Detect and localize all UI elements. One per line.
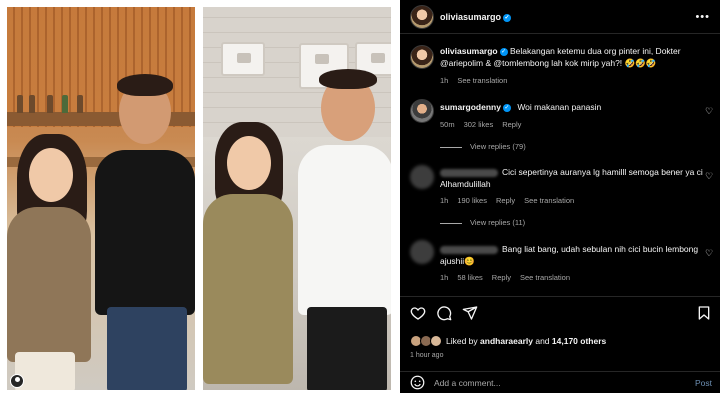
verified-icon: ✓: [502, 103, 511, 112]
caption-text: &: [483, 58, 494, 68]
see-translation-link[interactable]: See translation: [524, 196, 574, 205]
divider: [440, 146, 462, 148]
post-time[interactable]: 1 hour ago: [410, 352, 443, 359]
comment-age: 50m: [440, 120, 455, 129]
comment-meta: 50m 302 likes Reply: [440, 120, 530, 129]
add-comment-input[interactable]: Add a comment...: [434, 378, 501, 388]
caption-username[interactable]: oliviasumargo: [440, 46, 498, 56]
liked-by-user[interactable]: andharaearly: [480, 336, 533, 346]
comment-meta: 1h 58 likes Reply See translation: [440, 273, 579, 282]
header-username-wrap: oliviasumargo ✓: [440, 12, 512, 22]
view-replies-button[interactable]: View replies (79): [440, 142, 526, 151]
comment: sumargodenny ✓ Woi makanan panasin: [440, 101, 710, 113]
see-translation-link[interactable]: See translation: [520, 273, 570, 282]
see-translation-link[interactable]: See translation: [457, 76, 507, 85]
comment-meta: 1h 190 likes Reply See translation: [440, 196, 583, 205]
verified-icon: ✓: [499, 47, 508, 56]
avatar[interactable]: [410, 99, 434, 123]
heart-icon[interactable]: ♡: [704, 106, 714, 116]
reply-button[interactable]: Reply: [496, 196, 515, 205]
mention-link[interactable]: @ariepolim: [440, 58, 483, 68]
avatar[interactable]: [410, 240, 434, 264]
mention-link[interactable]: @tomlembong: [494, 58, 549, 68]
comment-likes[interactable]: 58 likes: [457, 273, 482, 282]
share-icon[interactable]: [462, 305, 478, 321]
comment-age: 1h: [440, 273, 449, 282]
wall-frame: [221, 42, 265, 76]
post-header: oliviasumargo ✓ •••: [400, 0, 720, 34]
comment-username-blurred[interactable]: [440, 168, 498, 177]
bookmark-icon[interactable]: [696, 305, 712, 321]
man-figure: [293, 67, 391, 390]
heart-icon[interactable]: ♡: [704, 171, 714, 181]
heart-icon[interactable]: ♡: [704, 248, 714, 258]
woman-figure: [7, 132, 107, 390]
caption: oliviasumargo ✓ Belakangan ketemu dua org…: [440, 45, 710, 69]
caption-text: lah kok mirip yah?! 🤣🤣🤣: [548, 58, 657, 68]
comment-username[interactable]: sumargodenny: [440, 102, 501, 112]
divider: [440, 222, 462, 224]
avatar[interactable]: [410, 165, 434, 189]
action-bar: Liked by andharaearly and 14,170 others …: [400, 296, 720, 374]
view-replies-label: View replies (79): [470, 142, 526, 151]
view-replies-button[interactable]: View replies (11): [440, 218, 525, 227]
comment-icon[interactable]: [436, 305, 452, 321]
liked-by-and: and: [535, 336, 550, 346]
reply-button[interactable]: Reply: [492, 273, 511, 282]
comment-age: 1h: [440, 196, 449, 205]
post-author-username[interactable]: oliviasumargo: [440, 12, 501, 22]
heart-icon[interactable]: [410, 305, 426, 321]
post-media[interactable]: [0, 0, 400, 393]
comment: Bang liat bang, udah sebulan nih cici bu…: [440, 243, 710, 267]
post-comment-button[interactable]: Post: [695, 378, 712, 388]
more-icon[interactable]: •••: [695, 11, 710, 23]
avatar[interactable]: [430, 335, 442, 347]
liked-by-prefix: Liked by: [446, 336, 478, 346]
reply-button[interactable]: Reply: [502, 120, 521, 129]
caption-age: 1h: [440, 76, 449, 85]
photo-left: [7, 7, 195, 390]
liked-by: Liked by andharaearly and 14,170 others: [446, 336, 606, 346]
comment-likes[interactable]: 302 likes: [464, 120, 494, 129]
caption-text: Belakangan ketemu dua org pinter ini, Do…: [510, 46, 681, 56]
caption-meta: 1h See translation: [440, 76, 516, 85]
view-replies-label: View replies (11): [470, 218, 526, 227]
add-comment-bar: Add a comment... Post: [400, 371, 720, 393]
comment-text: Woi makanan panasin: [517, 102, 602, 112]
comment-username-blurred[interactable]: [440, 245, 498, 254]
avatar[interactable]: [410, 5, 434, 29]
user-tag-icon[interactable]: [10, 374, 24, 388]
comment: Cici sepertinya auranya lg hamilll semog…: [440, 166, 710, 190]
photo-right: [203, 7, 391, 390]
emoji-icon[interactable]: [410, 375, 425, 390]
comment-likes[interactable]: 190 likes: [457, 196, 487, 205]
avatar[interactable]: [410, 45, 434, 69]
liked-by-others[interactable]: 14,170 others: [552, 336, 606, 346]
post-panel: oliviasumargo ✓ ••• oliviasumargo ✓ Belaka…: [400, 0, 720, 393]
verified-icon: ✓: [503, 13, 512, 22]
woman-figure: [203, 122, 303, 390]
